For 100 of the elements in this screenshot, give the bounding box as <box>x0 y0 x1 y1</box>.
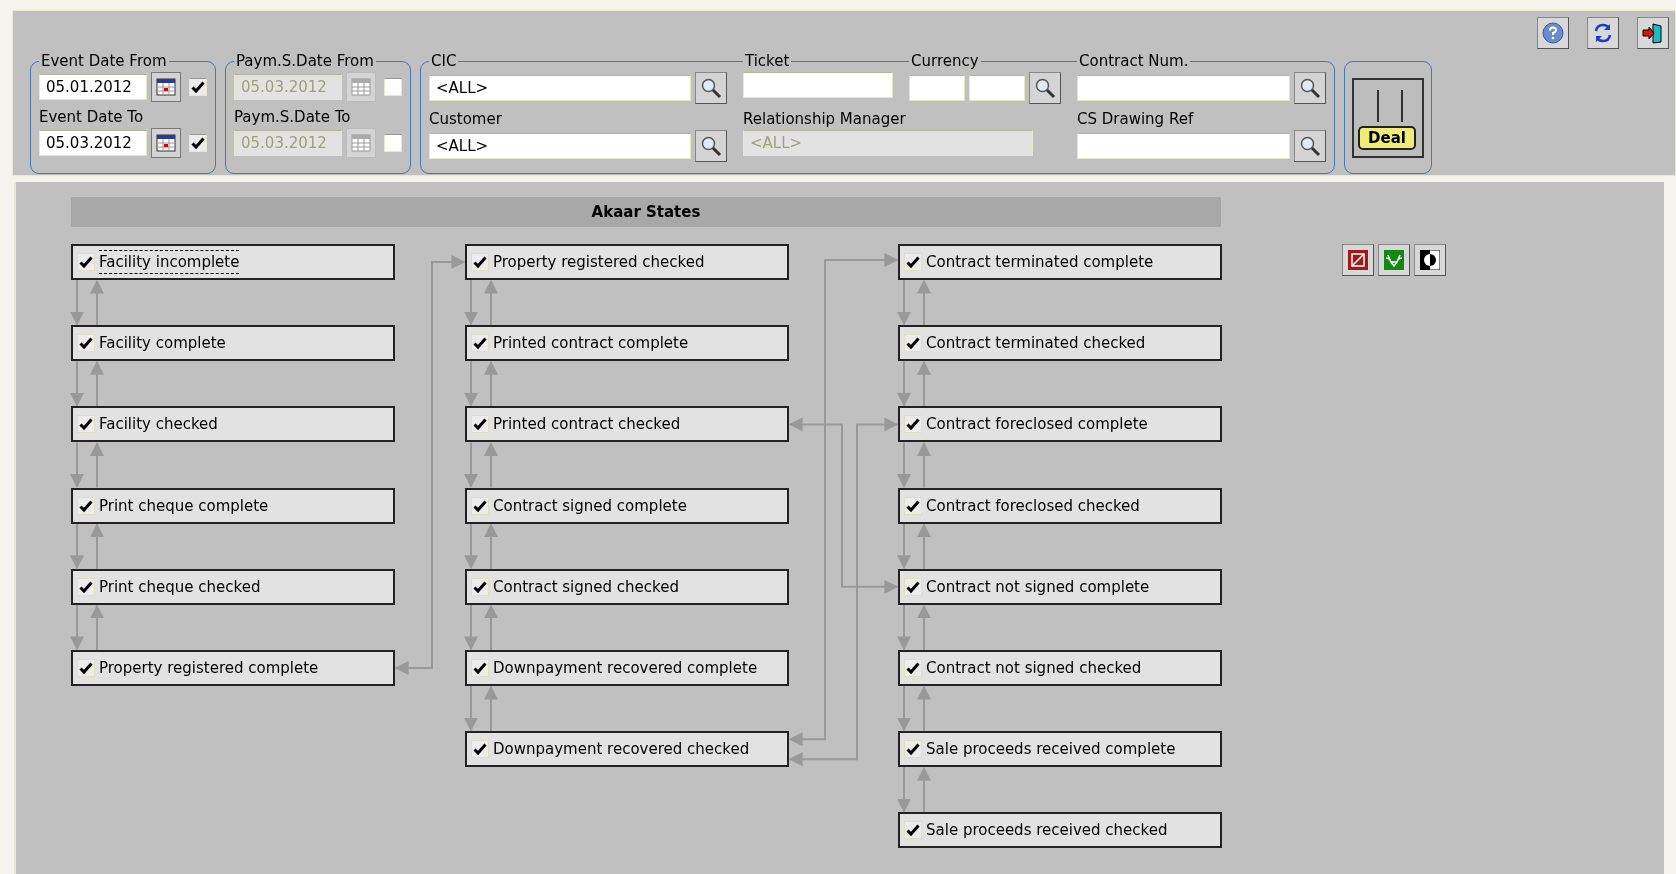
search-button[interactable] <box>695 130 727 162</box>
invert-button[interactable] <box>1414 244 1446 276</box>
search-button[interactable] <box>1294 130 1326 162</box>
state-node[interactable]: Facility checked <box>71 406 395 443</box>
state-label: Contract foreclosed complete <box>926 414 1148 436</box>
state-label: Facility complete <box>99 333 226 355</box>
state-node[interactable]: Contract terminated checked <box>898 325 1222 362</box>
input-field[interactable] <box>743 72 893 98</box>
checkmark-icon <box>191 136 205 150</box>
state-label: Print cheque checked <box>99 576 261 598</box>
connector-arrow <box>917 766 931 814</box>
connector-arrow <box>90 604 104 651</box>
state-label: Property registered complete <box>99 658 319 679</box>
input-field[interactable] <box>1077 75 1290 101</box>
state-node[interactable]: Print cheque checked <box>71 568 395 605</box>
calendar-button[interactable] <box>151 128 181 158</box>
state-label: Contract terminated checked <box>926 333 1146 355</box>
connector-arrow <box>484 685 498 733</box>
checkmark-icon <box>473 579 487 594</box>
select-all-button[interactable] <box>1378 244 1410 276</box>
connector-arrow <box>70 603 84 651</box>
state-label: Contract foreclosed checked <box>926 495 1140 517</box>
state-label: Sale proceeds received checked <box>926 820 1168 842</box>
refresh-icon <box>1592 22 1614 44</box>
state-node[interactable]: Contract foreclosed complete <box>898 406 1222 443</box>
connector-arrow <box>917 442 931 489</box>
search-button[interactable] <box>1294 72 1326 104</box>
connector-arrow <box>90 360 104 408</box>
state-label: Printed contract complete <box>493 333 689 355</box>
state-node[interactable]: Contract not signed checked <box>898 650 1222 686</box>
state-node[interactable]: Sale proceeds received complete <box>898 731 1222 768</box>
state-node[interactable]: Contract signed checked <box>465 568 789 605</box>
connector-arrow <box>90 442 104 489</box>
search-icon <box>1034 77 1056 99</box>
input-field[interactable]: <ALL> <box>429 75 691 101</box>
deal-button[interactable]: Deal <box>1352 77 1424 158</box>
calendar-button[interactable] <box>151 72 181 102</box>
input-field[interactable] <box>1077 133 1290 159</box>
checkmark-icon <box>906 498 920 513</box>
state-label: Property registered checked <box>493 252 705 273</box>
input-field[interactable]: <ALL> <box>429 133 691 159</box>
state-node[interactable]: Downpayment recovered complete <box>465 650 789 686</box>
connector-arrow <box>70 441 84 488</box>
state-node[interactable]: Sale proceeds received checked <box>898 812 1222 849</box>
state-label: Contract terminated complete <box>926 252 1154 273</box>
state-node[interactable]: Property registered complete <box>71 650 395 686</box>
search-button[interactable] <box>1029 72 1061 104</box>
state-node[interactable]: Printed contract complete <box>465 325 789 362</box>
slashed-square-icon <box>1348 250 1368 270</box>
checkbox[interactable] <box>189 78 207 96</box>
connector-arrow <box>917 523 931 570</box>
help-button[interactable] <box>1537 17 1569 49</box>
checkmark-icon <box>906 823 920 838</box>
checkmark-icon <box>79 255 93 269</box>
checkmark-icon <box>473 417 487 432</box>
antlers-icon <box>1384 250 1404 270</box>
search-icon <box>700 135 722 157</box>
state-node[interactable]: Contract not signed complete <box>898 568 1222 605</box>
checkmark-icon <box>79 336 93 351</box>
connector-arrow <box>464 685 478 732</box>
input-field[interactable] <box>969 75 1025 101</box>
state-node[interactable]: Contract foreclosed checked <box>898 487 1222 524</box>
connector-arrow <box>484 442 498 489</box>
state-label: Contract not signed checked <box>926 658 1142 679</box>
field-label: Event Date To <box>39 108 145 126</box>
connector-arrow <box>70 279 84 326</box>
help-icon <box>1542 22 1564 44</box>
exit-door-icon <box>1641 22 1665 44</box>
date-field[interactable]: 05.01.2012 <box>39 74 147 100</box>
exit-button[interactable] <box>1637 17 1669 49</box>
calendar-icon <box>156 134 176 152</box>
state-node[interactable]: Downpayment recovered checked <box>465 731 789 768</box>
date-field[interactable]: 05.03.2012 <box>39 130 147 156</box>
state-node[interactable]: Contract signed complete <box>465 487 789 524</box>
connector-arrow <box>70 522 84 570</box>
checkbox[interactable] <box>189 134 207 152</box>
checkmark-icon <box>906 255 920 269</box>
field-label: Currency <box>909 52 981 70</box>
search-icon <box>700 77 722 99</box>
connector-arrow <box>917 360 931 408</box>
state-label: Facility checked <box>99 414 218 436</box>
clear-button[interactable] <box>1342 244 1374 276</box>
state-node[interactable]: Facility complete <box>71 325 395 362</box>
refresh-button[interactable] <box>1587 17 1619 49</box>
state-node[interactable]: Printed contract checked <box>465 406 789 443</box>
state-node[interactable]: Property registered checked <box>465 244 789 280</box>
checkmark-icon <box>906 417 920 432</box>
connector-arrow <box>70 360 84 407</box>
search-icon <box>1299 77 1321 99</box>
checkmark-icon <box>906 742 920 757</box>
search-button[interactable] <box>695 72 727 104</box>
state-label: Contract signed checked <box>493 576 679 598</box>
state-node[interactable]: Contract terminated complete <box>898 244 1222 280</box>
state-node[interactable]: Facility incomplete <box>71 244 395 280</box>
checkmark-icon <box>473 661 487 675</box>
field-label: Paym.S.Date From <box>234 52 376 70</box>
input-field[interactable] <box>909 75 965 101</box>
search-icon <box>1299 135 1321 157</box>
state-node[interactable]: Print cheque complete <box>71 487 395 524</box>
checkmark-icon <box>906 661 920 675</box>
